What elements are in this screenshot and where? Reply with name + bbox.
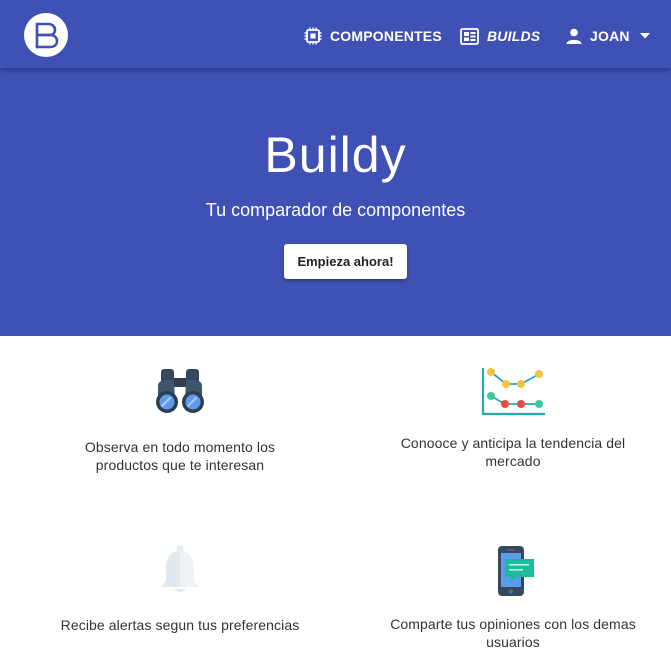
nav-componentes[interactable]: COMPONENTES <box>304 24 442 48</box>
hero-subtitle: Tu comparador de componentes <box>205 200 466 220</box>
builds-icon <box>460 27 479 45</box>
feature-4-line-2: usuarios <box>486 634 540 649</box>
nav-user-menu[interactable]: JOAN <box>566 24 650 48</box>
feature-market-trend: Conooce y anticipa la tendencia del merc… <box>363 366 663 470</box>
trend-chart-icon <box>481 368 545 416</box>
nav-builds-label: BUILDS <box>487 28 541 44</box>
nav-builds[interactable]: BUILDS <box>460 24 540 48</box>
phone-chat-icon <box>498 546 534 596</box>
logo-b-glyph <box>35 22 59 49</box>
feature-alerts: Recibe alertas segun tus preferencias <box>30 545 330 634</box>
chevron-down-icon <box>639 33 650 39</box>
nav-user-label: JOAN <box>590 28 630 44</box>
feature-2-line-1: Conooce y anticipa la tendencia del <box>400 435 626 451</box>
feature-3-line-1: Recibe alertas segun tus preferencias <box>60 617 300 633</box>
feature-1-line-2: productos que te interesan <box>95 457 265 473</box>
feature-share-opinions: Comparte tus opiniones con los demas usu… <box>363 545 663 649</box>
user-icon <box>566 28 582 44</box>
feature-2-line-2: mercado <box>485 453 541 469</box>
feature-4-line-1: Comparte tus opiniones con los demas <box>390 616 636 632</box>
bell-icon <box>161 545 199 592</box>
top-navbar: COMPONENTES BUILDS JOAN <box>0 0 671 68</box>
hero-banner: Buildy Tu comparador de componentes Empi… <box>0 68 671 336</box>
chip-icon <box>304 27 322 45</box>
nav-componentes-label: COMPONENTES <box>330 28 442 44</box>
start-now-button[interactable]: Empieza ahora! <box>284 244 407 279</box>
feature-1-line-1: Observa en todo momento los <box>84 439 276 455</box>
buildy-logo-icon[interactable] <box>24 13 68 57</box>
hero-title: Buildy <box>264 127 407 183</box>
feature-watch-products: Observa en todo momento los productos qu… <box>30 368 330 474</box>
binoculars-icon <box>156 369 204 413</box>
